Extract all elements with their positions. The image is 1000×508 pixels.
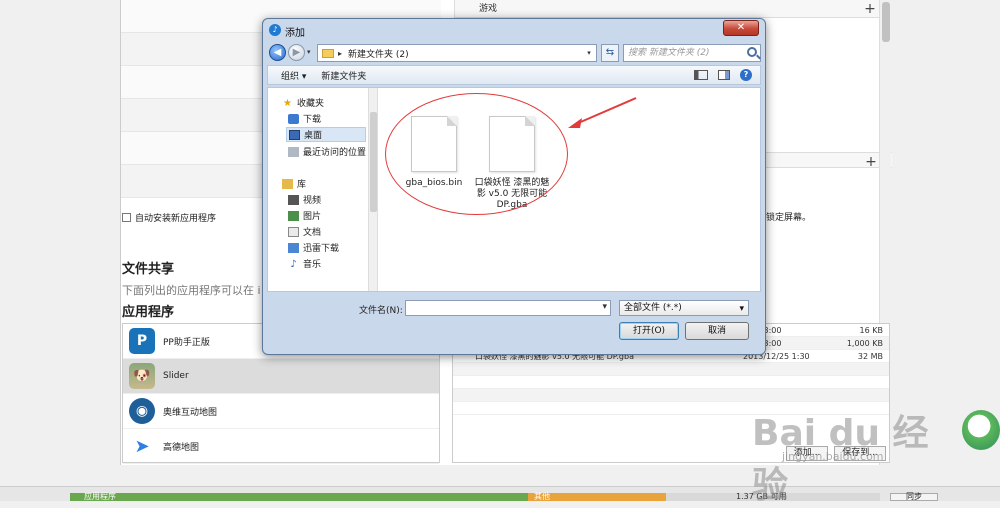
search-icon[interactable]	[747, 47, 757, 57]
nav-libraries[interactable]: 库	[282, 177, 306, 190]
nav-videos[interactable]: 视频	[288, 193, 321, 206]
nav-thunder[interactable]: 迅雷下载	[288, 241, 339, 254]
apps-title: 应用程序	[122, 305, 175, 320]
desktop-icon	[289, 129, 300, 140]
search-placeholder: 搜索 新建文件夹 (2)	[628, 48, 710, 58]
history-dropdown-icon[interactable]: ▾	[307, 48, 311, 56]
nav-label: 文档	[303, 228, 322, 238]
refresh-icon[interactable]: ⇆	[601, 44, 619, 62]
star-icon: ★	[283, 97, 292, 109]
nav-pictures[interactable]: 图片	[288, 209, 321, 222]
file-size: 1,000 KB	[846, 338, 883, 348]
cancel-button[interactable]: 取消	[685, 322, 749, 340]
change-view-icon[interactable]	[694, 70, 708, 80]
nav-label: 桌面	[304, 131, 323, 141]
nav-label: 迅雷下载	[303, 244, 340, 254]
dialog-titlebar[interactable]: ♪ 添加 ✕	[263, 19, 765, 41]
app-name: Slider	[163, 371, 189, 381]
nav-desktop[interactable]: 桌面	[286, 127, 366, 142]
dialog-footer: 文件名(N): 全部文件 (*.*) 打开(O) 取消	[267, 295, 761, 351]
nav-label: 下载	[303, 115, 322, 125]
nav-label: 最近访问的位置	[303, 148, 367, 158]
capacity-other: 其他	[528, 493, 666, 501]
capacity-apps: 应用程序	[70, 493, 528, 501]
nav-label: 视频	[303, 196, 322, 206]
address-dropdown-icon[interactable]: ▾	[582, 49, 596, 57]
organize-menu[interactable]: 组织 ▾	[274, 66, 313, 85]
breadcrumb-chevron-icon[interactable]: ▸	[338, 49, 342, 58]
library-icon	[282, 178, 293, 189]
filename-input[interactable]	[405, 300, 611, 316]
app-item-slider[interactable]: 🐶 Slider	[123, 359, 439, 394]
search-input[interactable]: 搜索 新建文件夹 (2)	[623, 44, 761, 62]
filetype-select[interactable]: 全部文件 (*.*)	[619, 300, 749, 316]
games-page-title: 游戏	[479, 4, 498, 14]
sync-button[interactable]: 同步	[890, 493, 938, 501]
add-page-icon[interactable]: +	[863, 0, 877, 18]
nav-favorites[interactable]: ★ 收藏夹	[282, 96, 325, 110]
forward-arrow-icon[interactable]: ▶	[288, 44, 305, 61]
auto-install-option[interactable]: 自动安装新应用程序	[122, 211, 216, 224]
lock-screen-text: 锁定屏幕。	[766, 213, 812, 223]
document-icon	[288, 226, 299, 237]
file-row	[453, 389, 889, 402]
pp-icon: P	[129, 328, 155, 354]
app-item-gaode[interactable]: ➤ 高德地图	[123, 429, 439, 464]
thunder-download-icon	[288, 242, 299, 253]
map-globe-icon: ◉	[129, 398, 155, 424]
auto-install-checkbox[interactable]	[122, 213, 131, 222]
navigation-pane: ★ 收藏夹 下载 桌面 最近访问的位置 库 视频 图片 文档 迅雷下载 ♪ 音乐	[268, 88, 378, 291]
auto-install-label: 自动安装新应用程序	[135, 214, 217, 224]
baidu-watermark: Bai du 经验 jingyan.baidu.com	[752, 404, 962, 506]
itunes-logo-icon: ♪	[269, 24, 281, 36]
preview-pane-icon[interactable]	[718, 70, 730, 80]
nav-scrollbar[interactable]	[368, 88, 377, 291]
file-sharing-desc: 下面列出的应用程序可以在 i	[122, 284, 261, 297]
filename-label: 文件名(N):	[359, 306, 403, 316]
video-icon	[288, 194, 299, 205]
add-page-icon-2[interactable]: +	[864, 153, 878, 171]
folder-icon	[322, 48, 334, 58]
back-arrow-icon[interactable]: ◀	[269, 44, 286, 61]
app-name: 高德地图	[163, 442, 200, 453]
games-page-header: 游戏 +	[455, 0, 891, 18]
nav-downloads[interactable]: 下载	[288, 112, 321, 125]
annotation-arrow-icon	[568, 97, 637, 128]
app-item-ovital-map[interactable]: ◉ 奥维互动地图	[123, 394, 439, 429]
file-row	[453, 376, 889, 389]
dialog-title: 添加	[285, 28, 305, 39]
download-folder-icon	[288, 113, 299, 124]
file-row	[453, 363, 889, 376]
dialog-toolbar: 组织 ▾ 新建文件夹 ?	[267, 65, 761, 85]
slider-icon: 🐶	[129, 363, 155, 389]
nav-label: 收藏夹	[297, 99, 325, 109]
baidu-bird-logo-icon	[962, 410, 1000, 450]
nav-music[interactable]: ♪ 音乐	[288, 257, 322, 271]
file-size: 32 MB	[857, 351, 883, 361]
app-name: PP助手正版	[163, 337, 210, 348]
annotation-ellipse	[385, 93, 568, 215]
file-sharing-title: 文件共享	[122, 262, 175, 277]
file-size: 16 KB	[859, 325, 883, 335]
gaode-icon: ➤	[129, 433, 155, 459]
address-bar[interactable]: ▸ 新建文件夹 (2) ▾	[317, 44, 597, 62]
help-icon[interactable]: ?	[740, 69, 752, 81]
picture-icon	[288, 210, 299, 221]
watermark-url: jingyan.baidu.com	[782, 450, 884, 463]
close-button[interactable]: ✕	[723, 20, 759, 36]
app-name: 奥维互动地图	[163, 407, 218, 418]
navigation-bar: ◀ ▶ ▾ ▸ 新建文件夹 (2) ▾ ⇆ 搜索 新建文件夹 (2)	[267, 43, 761, 63]
address-path[interactable]: 新建文件夹 (2)	[348, 47, 409, 60]
new-folder-button[interactable]: 新建文件夹	[321, 69, 366, 82]
nav-label: 库	[297, 180, 307, 190]
nav-recent[interactable]: 最近访问的位置	[288, 145, 366, 158]
nav-label: 音乐	[303, 260, 322, 270]
nav-documents[interactable]: 文档	[288, 225, 321, 238]
music-icon: ♪	[290, 258, 297, 270]
open-button[interactable]: 打开(O)	[619, 322, 679, 340]
recent-places-icon	[288, 146, 299, 157]
nav-label: 图片	[303, 212, 322, 222]
